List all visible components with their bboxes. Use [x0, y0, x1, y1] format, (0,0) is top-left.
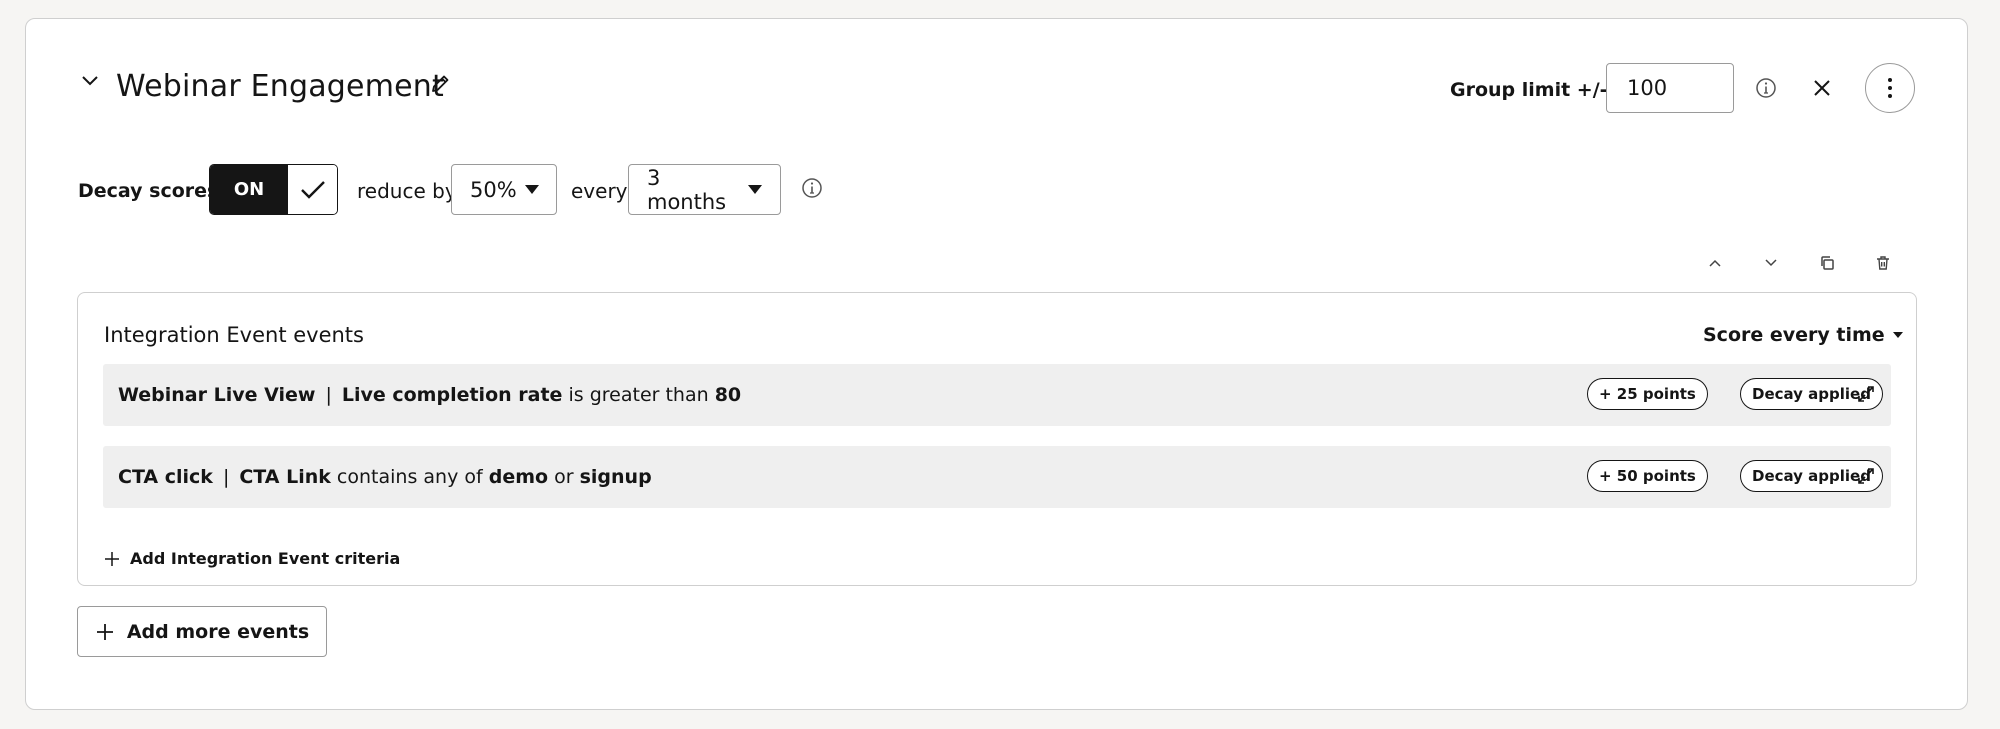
decay-toggle[interactable]: ON: [209, 164, 338, 215]
caret-down-icon: [524, 185, 539, 194]
reduce-percent-value: 50%: [470, 177, 517, 202]
event-criteria-row[interactable]: CTA click | CTA Link contains any of demo …: [103, 446, 1891, 508]
score-mode-value: Score every time: [1703, 324, 1885, 346]
decay-toggle-state: ON: [210, 165, 288, 214]
delete-trash-icon[interactable]: [1869, 249, 1897, 277]
group-limit-label: Group limit +/-: [1450, 79, 1608, 101]
check-icon: [288, 165, 337, 214]
decay-info-icon[interactable]: [801, 177, 823, 199]
decay-period-value: 3 months: [647, 165, 727, 214]
points-badge: + 25 points: [1587, 378, 1708, 410]
every-label: every: [571, 179, 628, 203]
criteria-text: CTA click | CTA Link contains any of demo …: [118, 466, 652, 488]
add-criteria-label: Add Integration Event criteria: [130, 549, 401, 568]
move-down-chevron-down-icon[interactable]: [1757, 249, 1785, 277]
score-group-card: Webinar Engagement Group limit +/- Decay…: [25, 18, 1968, 710]
plus-icon: [96, 623, 113, 640]
close-icon[interactable]: [1807, 73, 1837, 103]
event-criteria-row[interactable]: Webinar Live View | Live completion rate i…: [103, 364, 1891, 426]
group-title: Webinar Engagement: [116, 69, 444, 104]
plus-icon: [105, 551, 119, 566]
caret-down-icon: [1892, 332, 1903, 338]
score-mode-dropdown[interactable]: Score every time: [1703, 324, 1903, 346]
add-more-events-label: Add more events: [126, 620, 310, 643]
expand-icon[interactable]: [1854, 382, 1878, 406]
criteria-text: Webinar Live View | Live completion rate i…: [118, 384, 742, 406]
duplicate-copy-icon[interactable]: [1813, 249, 1841, 277]
add-criteria-button[interactable]: Add Integration Event criteria: [104, 549, 400, 568]
collapse-chevron-down-icon[interactable]: [76, 67, 104, 95]
points-badge: + 50 points: [1587, 460, 1708, 492]
reduce-by-label: reduce by: [357, 179, 457, 203]
decay-period-select[interactable]: 3 months: [628, 164, 781, 215]
add-more-events-button[interactable]: Add more events: [77, 606, 327, 657]
decay-scores-label: Decay scores: [78, 180, 219, 202]
edit-title-pencil-icon[interactable]: [426, 70, 454, 98]
group-limit-info-icon[interactable]: [1755, 77, 1777, 99]
reduce-percent-select[interactable]: 50%: [451, 164, 557, 215]
group-limit-input[interactable]: [1606, 63, 1734, 113]
move-up-chevron-up-icon[interactable]: [1701, 249, 1729, 277]
caret-down-icon: [748, 185, 762, 194]
more-vertical-icon[interactable]: [1865, 63, 1915, 113]
expand-icon[interactable]: [1854, 464, 1878, 488]
integration-events-panel: Integration Event events Score every tim…: [77, 292, 1917, 586]
panel-title: Integration Event events: [104, 323, 364, 347]
